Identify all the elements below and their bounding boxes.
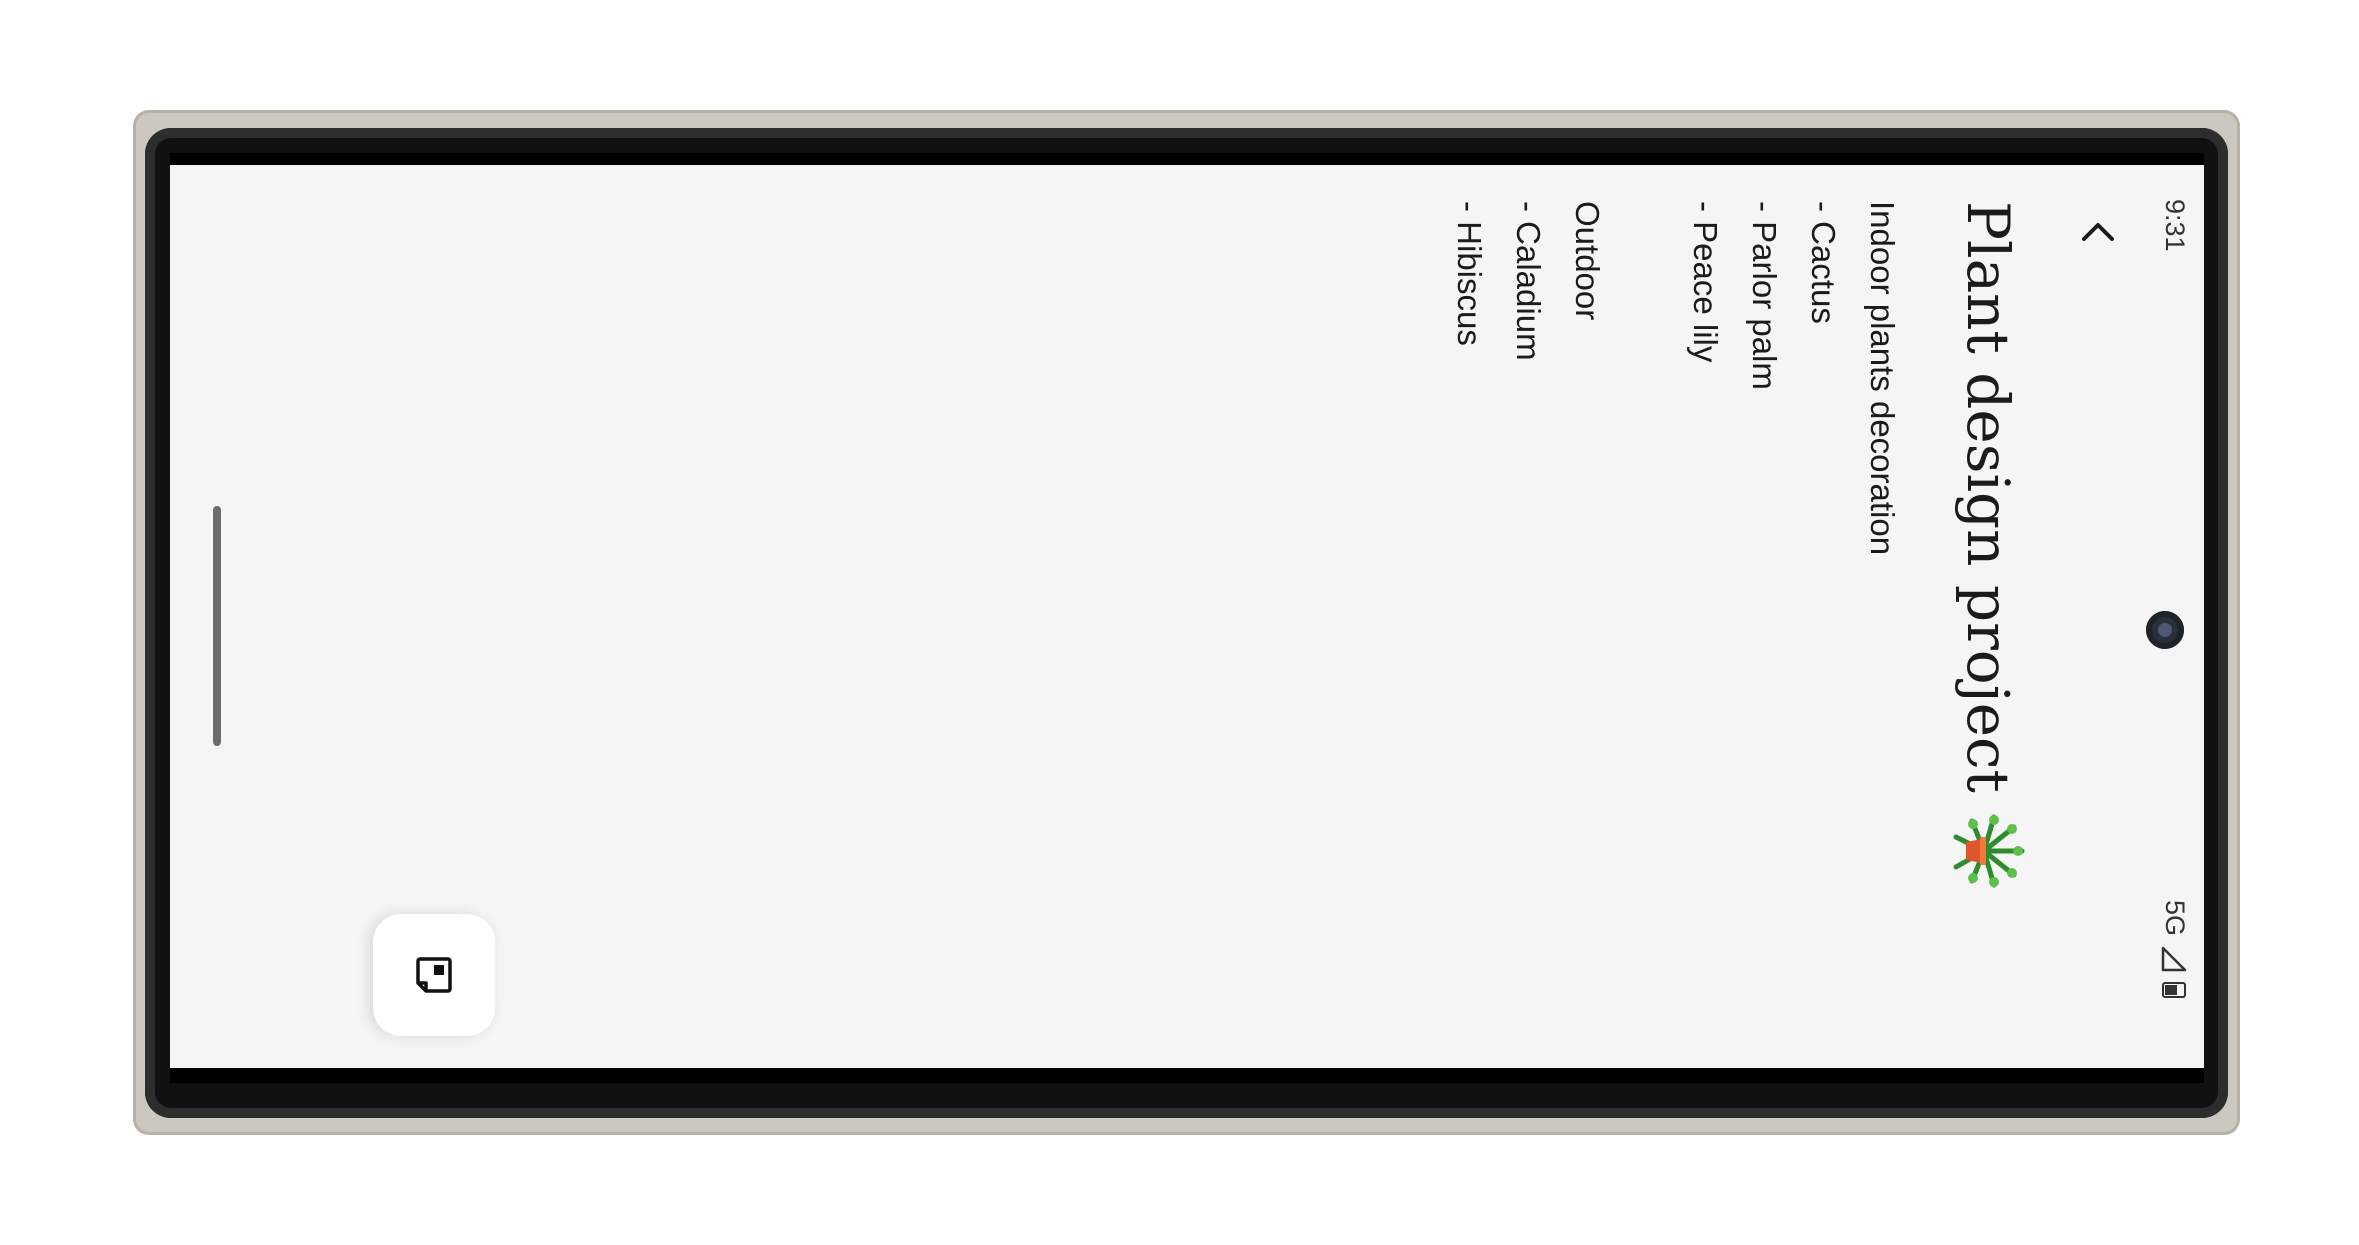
signal-icon: [2162, 946, 2188, 972]
battery-icon: [2162, 982, 2187, 999]
note-line: - Peace lily: [1687, 201, 1724, 363]
note-line: - Hibiscus: [1451, 201, 1488, 346]
network-label: 5G: [2160, 900, 2190, 937]
camera-cutout: [2146, 611, 2184, 649]
note-line: - Parlor palm: [1746, 201, 1783, 390]
note-blank-line: [1617, 201, 1676, 555]
note-card-icon: [416, 957, 452, 993]
app-display: 9:31 5G Plant design project Indoor plan…: [170, 165, 2204, 1083]
note-line: - Cactus: [1805, 201, 1842, 324]
note-body[interactable]: Indoor plants decoration - Cactus - Parl…: [1440, 201, 1912, 555]
note-title[interactable]: Plant design project: [1948, 201, 2028, 891]
status-time: 9:31: [2160, 199, 2190, 252]
note-line: Outdoor: [1569, 201, 1606, 321]
chevron-left-icon: [2082, 223, 2114, 241]
note-line: - Caladium: [1510, 201, 1547, 361]
note-action-button[interactable]: [373, 914, 495, 1036]
note-title-text: Plant design project: [1954, 201, 2022, 793]
status-indicators: 5G: [2159, 900, 2190, 999]
potted-plant-icon: [1948, 811, 2028, 891]
back-button[interactable]: [2072, 207, 2124, 259]
screen-edge: [170, 1068, 2204, 1083]
gesture-nav-handle[interactable]: [213, 506, 221, 746]
note-line: Indoor plants decoration: [1864, 201, 1901, 556]
portrait-content: 9:31 5G Plant design project Indoor plan…: [170, 165, 2204, 1083]
screen: 9:31 5G Plant design project Indoor plan…: [170, 153, 2204, 1083]
